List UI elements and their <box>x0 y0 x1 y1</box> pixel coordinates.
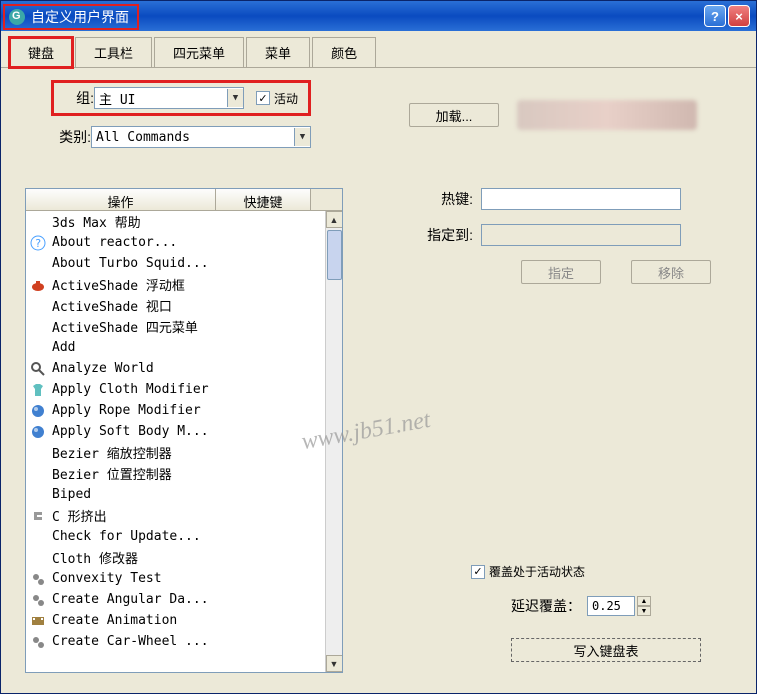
title-buttons: ? × <box>704 5 750 27</box>
list-item[interactable]: ActiveShade 视口 <box>26 295 325 316</box>
list-item-label: ActiveShade 浮动框 <box>52 275 185 294</box>
write-keyboard-chart-button[interactable]: 写入键盘表 <box>511 638 701 662</box>
assigned-to-display <box>481 224 681 246</box>
assigned-to-label: 指定到: <box>391 225 481 245</box>
content-area: 组: 主 UI ✓ 活动 类别: All Commands 操作 快 <box>1 68 756 160</box>
spinner-up-button[interactable]: ▲ <box>637 596 651 606</box>
tab-strip: 键盘 工具栏 四元菜单 菜单 颜色 <box>1 31 756 68</box>
list-item[interactable]: Create Car-Wheel ... <box>26 631 325 652</box>
list-item-label: About Turbo Squid... <box>52 256 209 271</box>
app-icon <box>9 9 25 25</box>
list-item-label: Bezier 位置控制器 <box>52 464 172 483</box>
tab-toolbar[interactable]: 工具栏 <box>75 37 152 67</box>
active-checkbox[interactable]: ✓ <box>256 91 270 105</box>
list-item-label: Create Angular Da... <box>52 592 209 607</box>
list-item[interactable]: Analyze World <box>26 358 325 379</box>
delay-spinner[interactable]: 0.25 ▲ ▼ <box>587 596 651 616</box>
list-item-label: C 形挤出 <box>52 506 107 525</box>
window-title: 自定义用户界面 <box>31 7 129 27</box>
group-select[interactable]: 主 UI <box>94 87 244 109</box>
override-active-label: 覆盖处于活动状态 <box>489 563 585 580</box>
delay-override-label: 延迟覆盖： <box>511 596 581 616</box>
svg-text:?: ? <box>35 237 42 250</box>
list-item[interactable]: C 形挤出 <box>26 505 325 526</box>
list-item-label: Analyze World <box>52 361 154 376</box>
list-item-label: 3ds Max 帮助 <box>52 212 141 231</box>
tab-keyboard[interactable]: 键盘 <box>9 37 73 68</box>
group-row-highlight: 组: 主 UI ✓ 活动 <box>51 80 311 116</box>
list-body: 3ds Max 帮助? About reactor... About Turbo S… <box>26 211 342 672</box>
load-button[interactable]: 加载... <box>409 103 499 127</box>
list-item[interactable]: Apply Cloth Modifier <box>26 379 325 400</box>
group-select-value: 主 UI <box>99 89 135 108</box>
list-item[interactable]: Check for Update... <box>26 526 325 547</box>
list-item[interactable]: Biped <box>26 484 325 505</box>
vertical-scrollbar[interactable]: ▲ ▼ <box>325 211 342 672</box>
scroll-down-button[interactable]: ▼ <box>326 655 343 672</box>
list-item-label: About reactor... <box>52 235 177 250</box>
delay-spinner-value[interactable]: 0.25 <box>587 596 635 616</box>
list-item[interactable]: Add <box>26 337 325 358</box>
list-item-label: Convexity Test <box>52 571 162 586</box>
category-select[interactable]: All Commands <box>91 126 311 148</box>
help-button[interactable]: ? <box>704 5 726 27</box>
hotkey-input[interactable] <box>481 188 681 210</box>
assign-button[interactable]: 指定 <box>521 260 601 284</box>
list-item[interactable]: Bezier 缩放控制器 <box>26 442 325 463</box>
list-item-label: Apply Rope Modifier <box>52 403 201 418</box>
category-label: 类别: <box>43 127 91 147</box>
list-item[interactable]: ActiveShade 四元菜单 <box>26 316 325 337</box>
actions-list: 操作 快捷键 3ds Max 帮助? About reactor... About … <box>25 188 343 673</box>
active-checkbox-wrap[interactable]: ✓ 活动 <box>256 90 298 107</box>
list-item[interactable]: Bezier 位置控制器 <box>26 463 325 484</box>
list-item[interactable]: Apply Rope Modifier <box>26 400 325 421</box>
list-item-label: Add <box>52 340 75 355</box>
scroll-up-button[interactable]: ▲ <box>326 211 343 228</box>
category-select-value: All Commands <box>96 130 190 145</box>
list-item[interactable]: ActiveShade 浮动框 <box>26 274 325 295</box>
list-item-label: Create Animation <box>52 613 177 628</box>
hotkey-label: 热键: <box>391 189 481 209</box>
list-item[interactable]: Create Angular Da... <box>26 589 325 610</box>
list-item-label: Cloth 修改器 <box>52 548 138 567</box>
blurred-region <box>517 100 697 130</box>
close-button[interactable]: × <box>728 5 750 27</box>
list-item-label: ActiveShade 视口 <box>52 296 172 315</box>
list-item-label: Bezier 缩放控制器 <box>52 443 172 462</box>
list-item-label: Create Car-Wheel ... <box>52 634 209 649</box>
tab-menu[interactable]: 菜单 <box>246 37 310 67</box>
column-shortcut[interactable]: 快捷键 <box>216 189 311 210</box>
scroll-thumb[interactable] <box>327 230 342 280</box>
list-item[interactable]: Create Animation <box>26 610 325 631</box>
list-item[interactable]: Cloth 修改器 <box>26 547 325 568</box>
list-item[interactable]: ? About reactor... <box>26 232 325 253</box>
list-item[interactable]: Convexity Test <box>26 568 325 589</box>
list-item-label: Apply Cloth Modifier <box>52 382 209 397</box>
remove-button[interactable]: 移除 <box>631 260 711 284</box>
list-item-label: Check for Update... <box>52 529 201 544</box>
group-label: 组: <box>60 88 94 108</box>
dropdown-arrow-icon <box>227 89 243 107</box>
list-item[interactable]: 3ds Max 帮助 <box>26 211 325 232</box>
list-header: 操作 快捷键 <box>26 189 342 211</box>
list-item[interactable]: Apply Soft Body M... <box>26 421 325 442</box>
override-active-checkbox[interactable]: ✓ <box>471 565 485 579</box>
spinner-down-button[interactable]: ▼ <box>637 606 651 616</box>
side-panel: 热键: 指定到: 指定 移除 <box>391 188 731 284</box>
dropdown-arrow-icon <box>294 128 310 146</box>
titlebar-highlight: 自定义用户界面 <box>3 4 139 30</box>
customize-ui-window: 自定义用户界面 ? × 键盘 工具栏 四元菜单 菜单 颜色 组: 主 UI ✓ … <box>0 0 757 694</box>
lower-panel: ✓ 覆盖处于活动状态 延迟覆盖： 0.25 ▲ ▼ 写入键盘表 <box>411 563 721 662</box>
active-checkbox-label: 活动 <box>274 90 298 107</box>
list-item[interactable]: About Turbo Squid... <box>26 253 325 274</box>
list-item-label: Biped <box>52 487 91 502</box>
list-item-label: Apply Soft Body M... <box>52 424 209 439</box>
list-item-label: ActiveShade 四元菜单 <box>52 317 198 336</box>
titlebar[interactable]: 自定义用户界面 ? × <box>1 1 756 31</box>
bottom-buttons: 加载... <box>409 100 697 130</box>
tab-quad[interactable]: 四元菜单 <box>154 37 244 67</box>
column-action[interactable]: 操作 <box>26 189 216 210</box>
tab-color[interactable]: 颜色 <box>312 37 376 67</box>
override-active-checkbox-wrap[interactable]: ✓ 覆盖处于活动状态 <box>471 563 585 580</box>
